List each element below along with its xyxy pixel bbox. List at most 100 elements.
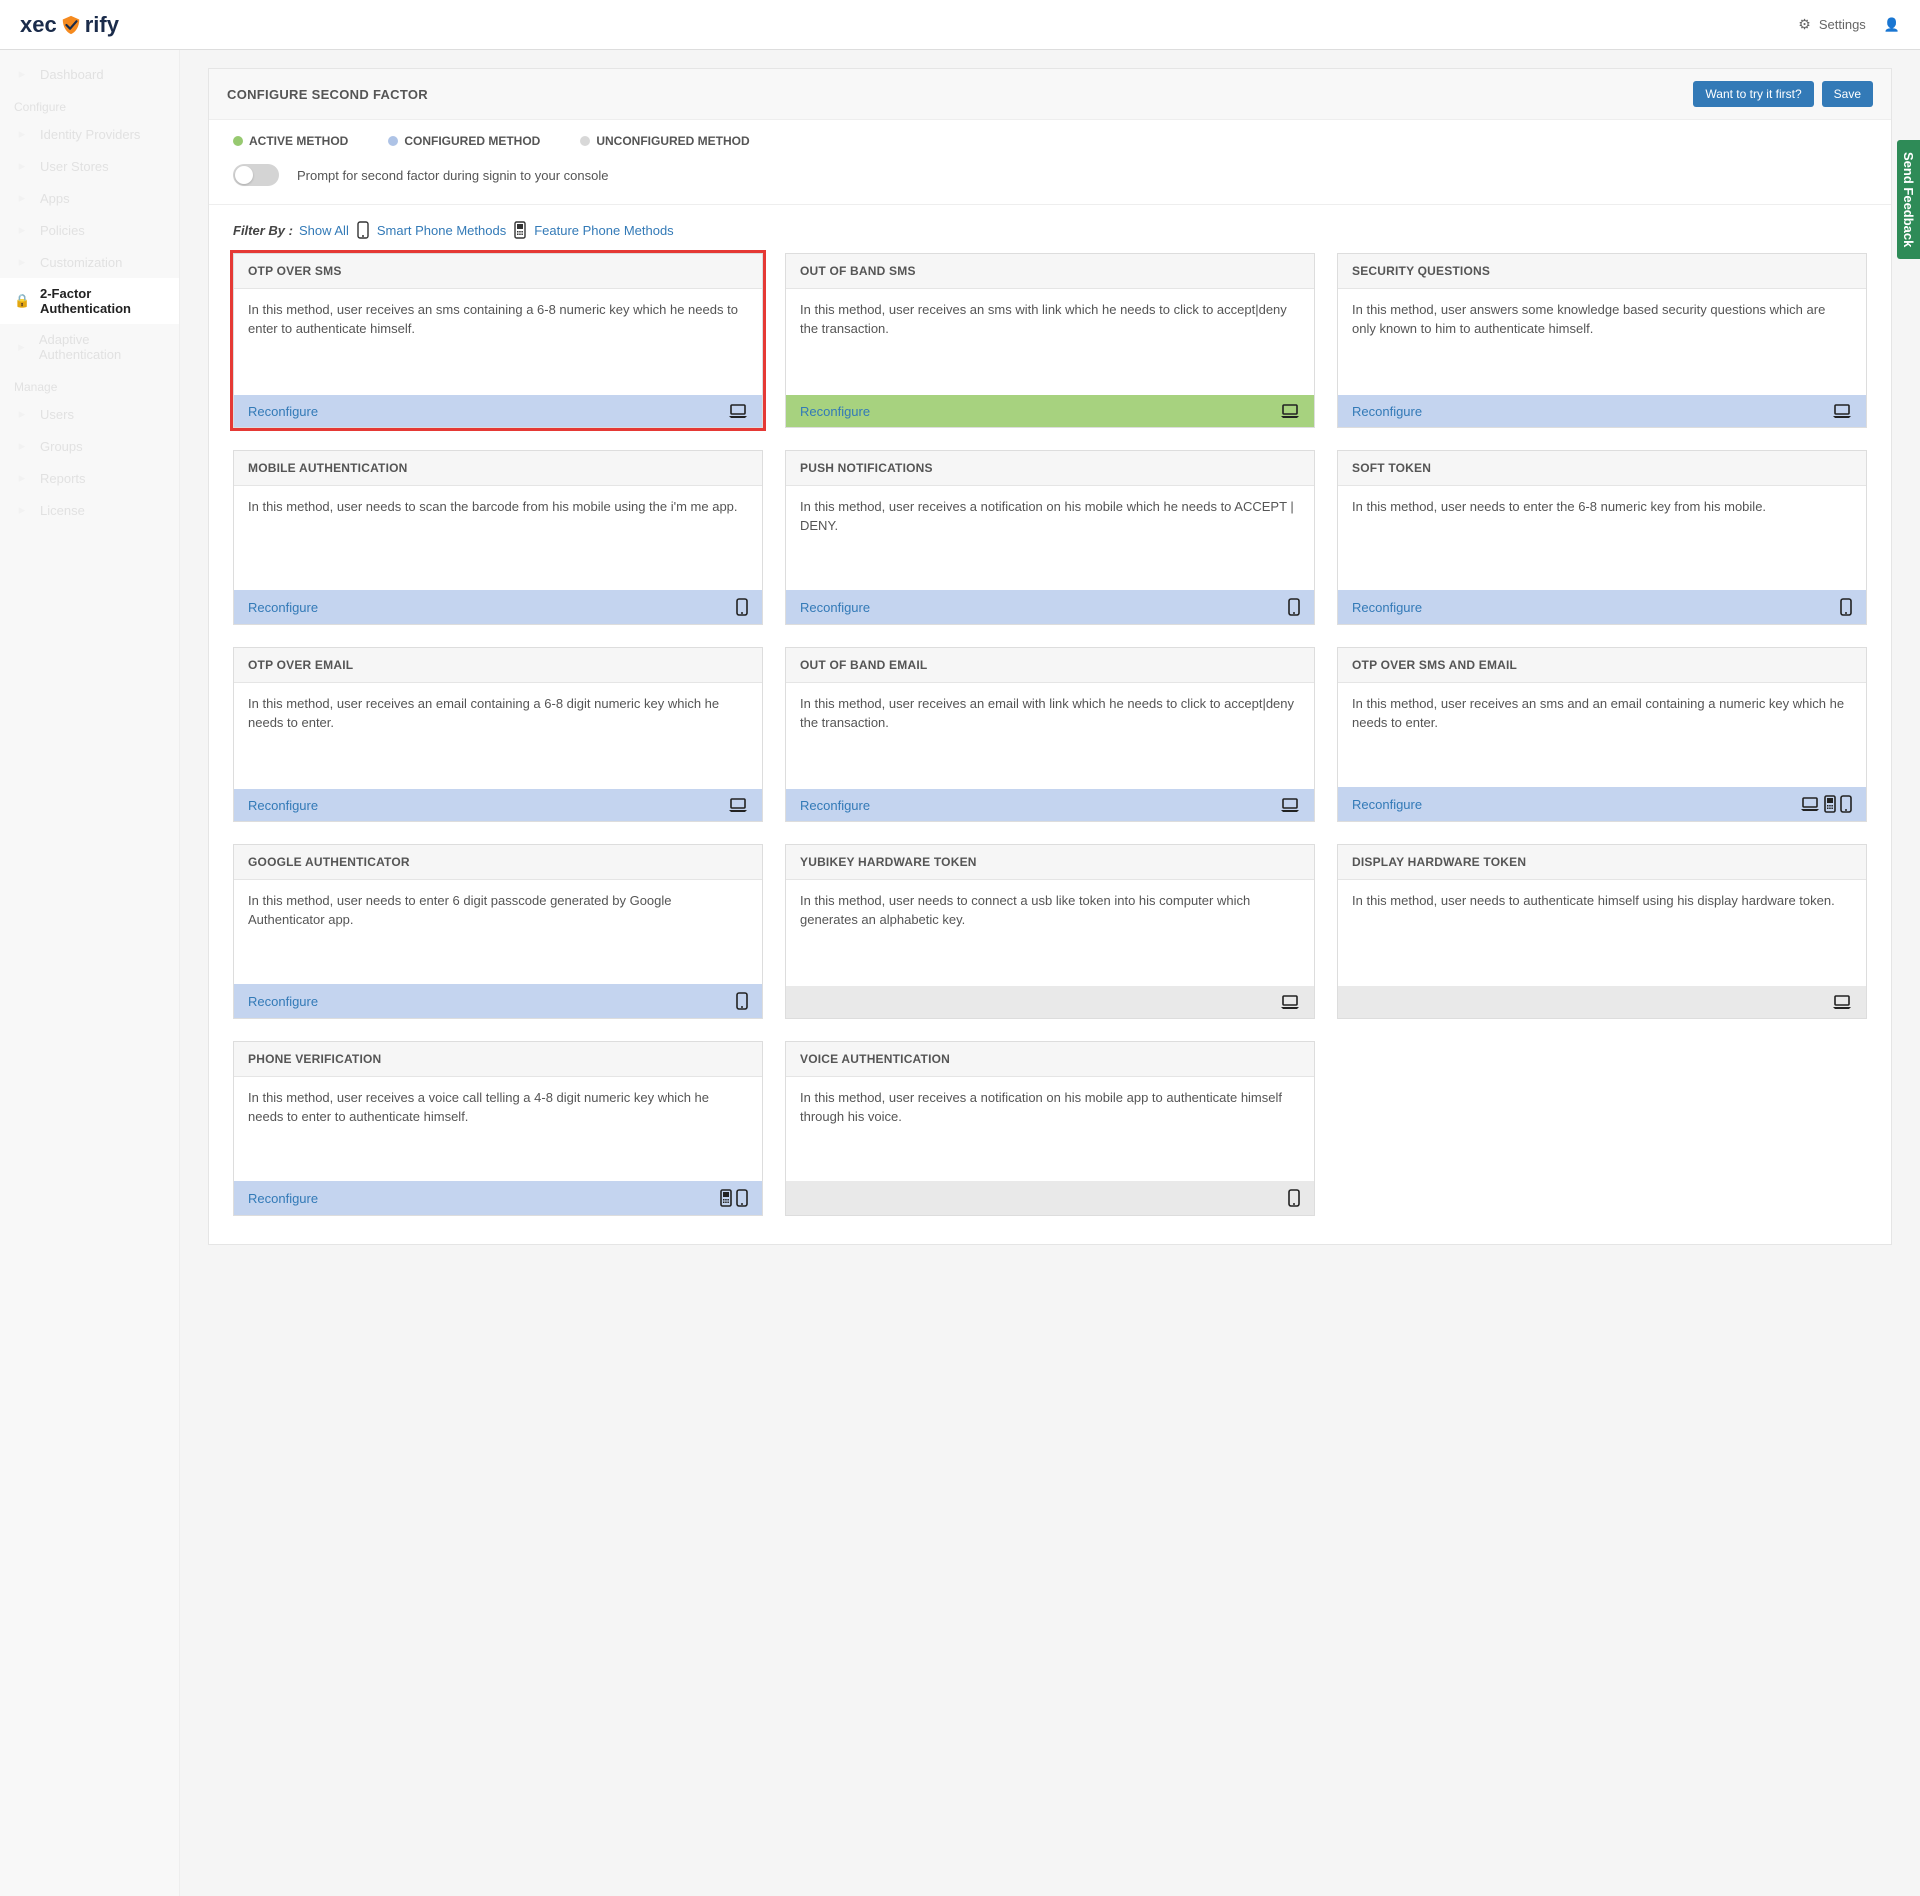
laptop-icon	[1280, 797, 1300, 813]
try-button[interactable]: Want to try it first?	[1693, 81, 1813, 107]
laptop-icon	[1280, 994, 1300, 1010]
method-card: OUT OF BAND SMSIn this method, user rece…	[785, 253, 1315, 428]
sidebar-section: Manage	[0, 370, 179, 398]
card-device-icons	[728, 797, 748, 813]
sidebar-item-label: Identity Providers	[40, 127, 140, 142]
card-footer: Reconfigure	[234, 984, 762, 1018]
card-footer: Reconfigure	[234, 590, 762, 624]
card-footer: Reconfigure	[786, 590, 1314, 624]
reconfigure-link[interactable]: Reconfigure	[248, 1191, 318, 1206]
legend-active-label: ACTIVE METHOD	[249, 134, 348, 148]
dot-configured-icon	[388, 136, 398, 146]
reconfigure-link[interactable]: Reconfigure	[800, 404, 870, 419]
card-title: MOBILE AUTHENTICATION	[234, 451, 762, 486]
card-title: OTP OVER EMAIL	[234, 648, 762, 683]
sidebar-item-label: Policies	[40, 223, 85, 238]
method-card: OTP OVER SMSIn this method, user receive…	[233, 253, 763, 428]
sidebar-item-label: Dashboard	[40, 67, 104, 82]
nav-icon: ▸	[14, 406, 30, 422]
sidebar-item[interactable]: ▸ Policies	[0, 214, 179, 246]
logo-badge-icon	[59, 13, 83, 37]
sidebar-item-label: 2-Factor Authentication	[40, 286, 165, 316]
card-device-icons	[1280, 994, 1300, 1010]
card-device-icons	[720, 1189, 748, 1207]
card-device-icons	[1288, 598, 1300, 616]
nav-icon: ▸	[14, 470, 30, 486]
sidebar-item[interactable]: ▸ User Stores	[0, 150, 179, 182]
dot-active-icon	[233, 136, 243, 146]
cards-grid: OTP OVER SMSIn this method, user receive…	[209, 249, 1891, 1244]
method-card: SOFT TOKENIn this method, user needs to …	[1337, 450, 1867, 625]
sidebar-item[interactable]: ▸Identity Providers	[0, 118, 179, 150]
panel-header: CONFIGURE SECOND FACTOR Want to try it f…	[209, 69, 1891, 120]
send-feedback-tab[interactable]: Send Feedback	[1897, 140, 1920, 259]
sidebar-item[interactable]: ▸ Apps	[0, 182, 179, 214]
reconfigure-link[interactable]: Reconfigure	[800, 600, 870, 615]
reconfigure-link[interactable]: Reconfigure	[1352, 404, 1422, 419]
sidebar-item-label: Apps	[40, 191, 70, 206]
sidebar-item[interactable]: ▸License	[0, 494, 179, 526]
user-icon[interactable]: 👤	[1884, 17, 1900, 33]
featurephone-icon	[1824, 795, 1836, 813]
card-title: PHONE VERIFICATION	[234, 1042, 762, 1077]
card-description: In this method, user needs to connect a …	[786, 880, 1314, 986]
legend-unconfigured: UNCONFIGURED METHOD	[580, 134, 749, 148]
reconfigure-link[interactable]: Reconfigure	[248, 798, 318, 813]
main-content: CONFIGURE SECOND FACTOR Want to try it f…	[180, 50, 1920, 1896]
nav-icon: ▸	[14, 158, 30, 174]
reconfigure-link[interactable]: Reconfigure	[248, 600, 318, 615]
card-device-icons	[736, 992, 748, 1010]
logo-text-left: xec	[20, 12, 57, 38]
reconfigure-link[interactable]: Reconfigure	[248, 994, 318, 1009]
method-card: SECURITY QUESTIONSIn this method, user a…	[1337, 253, 1867, 428]
gear-icon[interactable]: ⚙	[1798, 16, 1811, 33]
card-title: GOOGLE AUTHENTICATOR	[234, 845, 762, 880]
save-button[interactable]: Save	[1822, 81, 1873, 107]
reconfigure-link[interactable]: Reconfigure	[248, 404, 318, 419]
card-footer: Reconfigure	[786, 986, 1314, 1018]
reconfigure-link[interactable]: Reconfigure	[1352, 600, 1422, 615]
filter-feature[interactable]: Feature Phone Methods	[534, 223, 673, 238]
card-footer: Reconfigure	[1338, 787, 1866, 821]
card-device-icons	[736, 598, 748, 616]
card-footer: Reconfigure	[234, 1181, 762, 1215]
prompt-toggle[interactable]	[233, 164, 279, 186]
card-device-icons	[728, 403, 748, 419]
card-title: DISPLAY HARDWARE TOKEN	[1338, 845, 1866, 880]
sidebar-item[interactable]: ▸Customization	[0, 246, 179, 278]
card-description: In this method, user needs to authentica…	[1338, 880, 1866, 986]
card-title: PUSH NOTIFICATIONS	[786, 451, 1314, 486]
filter-smart[interactable]: Smart Phone Methods	[377, 223, 506, 238]
prompt-toggle-row: Prompt for second factor during signin t…	[209, 156, 1891, 205]
sidebar-item[interactable]: ▸Users	[0, 398, 179, 430]
nav-icon: ▸	[14, 438, 30, 454]
card-description: In this method, user receives an sms con…	[234, 289, 762, 395]
sidebar-item[interactable]: ▸Groups	[0, 430, 179, 462]
laptop-icon	[1280, 403, 1300, 419]
card-title: OTP OVER SMS AND EMAIL	[1338, 648, 1866, 683]
toggle-knob	[235, 166, 253, 184]
sidebar-item[interactable]: 🔒2-Factor Authentication	[0, 278, 179, 324]
reconfigure-link[interactable]: Reconfigure	[800, 798, 870, 813]
method-card: VOICE AUTHENTICATIONIn this method, user…	[785, 1041, 1315, 1216]
card-footer: Reconfigure	[234, 395, 762, 427]
laptop-icon	[1800, 796, 1820, 812]
card-description: In this method, user receives a notifica…	[786, 1077, 1314, 1181]
prompt-toggle-label: Prompt for second factor during signin t…	[297, 168, 608, 183]
card-description: In this method, user receives an sms and…	[1338, 683, 1866, 787]
sidebar-item[interactable]: ▸Adaptive Authentication	[0, 324, 179, 370]
settings-link[interactable]: Settings	[1819, 17, 1866, 32]
card-device-icons	[1800, 795, 1852, 813]
filter-show-all[interactable]: Show All	[299, 223, 349, 238]
card-footer: Reconfigure	[786, 789, 1314, 821]
sidebar-item[interactable]: ▸Reports	[0, 462, 179, 494]
card-device-icons	[1832, 403, 1852, 419]
nav-icon: ▸	[14, 190, 30, 206]
nav-icon: ▸	[14, 222, 30, 238]
card-title: OUT OF BAND SMS	[786, 254, 1314, 289]
sidebar-item[interactable]: ▸Dashboard	[0, 58, 179, 90]
reconfigure-link[interactable]: Reconfigure	[1352, 797, 1422, 812]
card-footer: Reconfigure	[786, 1181, 1314, 1215]
sidebar-item-label: User Stores	[40, 159, 109, 174]
panel-actions: Want to try it first? Save	[1693, 81, 1873, 107]
